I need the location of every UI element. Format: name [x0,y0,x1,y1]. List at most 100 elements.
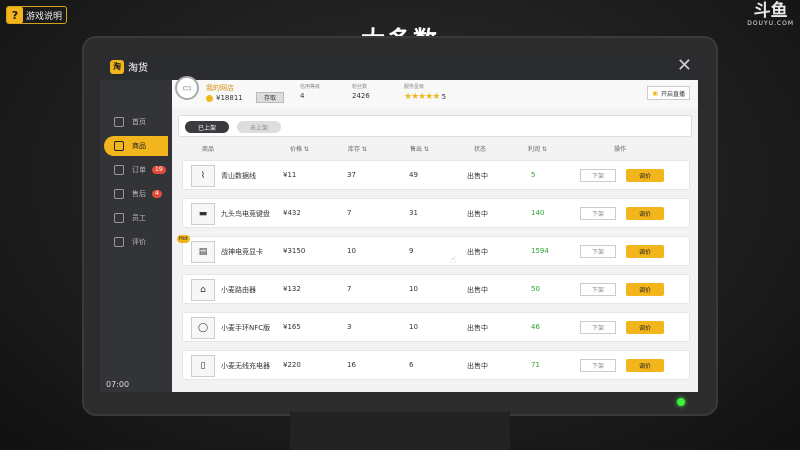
star-icons: ★★★★★ [404,92,440,102]
unlist-button[interactable]: 下架 [580,169,616,182]
bag-icon [114,141,124,151]
product-name: 小麦手环NFC版 [221,324,271,332]
staff-icon [114,213,124,223]
product-thumbnail: ⌂ [191,279,215,301]
product-status: 出售中 [467,324,488,332]
col-action: 操作 [614,146,627,153]
app-window: 淘 淘货 ✕ 首页 商品 订单 19 售后 4 员工 评价 07:00 ▭ 我的… [100,54,698,392]
sidebar-item-label: 售后 [132,190,146,198]
products-panel: ▭ 我的网店 ¥18811 存取 信用等级 4 粉丝数 2426 服务星级 ★★… [172,76,698,392]
unlist-button[interactable]: 下架 [580,207,616,220]
orders-count-badge: 19 [152,166,166,174]
sidebar-item-reviews[interactable]: 评价 [104,232,168,252]
col-profit[interactable]: 利润 ⇅ [528,144,547,153]
douyu-watermark: 斗鱼 DOUYU.COM [747,2,794,27]
taohuo-logo-icon: 淘 [110,59,124,74]
product-name: 小麦路由器 [221,286,256,294]
col-status: 状态 [474,146,487,153]
listing-tabs: 已上架 未上架 [178,115,692,137]
product-stock: 7 [347,285,352,293]
col-stock[interactable]: 库存 ⇅ [348,144,367,153]
tab-unlisted[interactable]: 未上架 [237,121,281,133]
col-price[interactable]: 价格 ⇅ [290,144,309,153]
table-row: ▤ Hot 战神电竞显卡 ¥3150 10 9 出售中 1594 下架 调价 [177,235,690,266]
unlist-button[interactable]: 下架 [580,321,616,334]
product-sold: 10 [409,285,418,293]
col-sold[interactable]: 售出 ⇅ [410,144,429,153]
tab-listed[interactable]: 已上架 [185,121,229,133]
shop-avatar[interactable]: ▭ [175,76,199,100]
tv-icon: ▣ [652,89,658,97]
product-sold: 9 [409,247,414,255]
sidebar-item-label: 订单 [132,166,146,174]
fans-label: 粉丝数 [352,84,368,90]
sidebar-item-orders[interactable]: 订单 19 [104,160,168,180]
order-icon [114,165,124,175]
shop-money-value: ¥18811 [216,94,243,102]
table-row: ▯ 小麦无线充电器 ¥220 16 6 出售中 71 下架 调价 [182,350,690,380]
adjust-price-button[interactable]: 调价 [626,169,664,182]
product-stock: 7 [347,209,352,217]
unlist-button[interactable]: 下架 [580,245,616,258]
sidebar-item-products[interactable]: 商品 [104,136,168,156]
unlist-button[interactable]: 下架 [580,359,616,372]
product-status: 出售中 [467,248,488,256]
fans-value: 2426 [352,92,370,100]
product-sold: 6 [409,361,414,369]
aftersale-icon [114,189,124,199]
adjust-price-button[interactable]: 调价 [626,207,664,220]
rating-value: 5 [441,93,447,101]
shop-money: ¥18811 [206,94,243,102]
col-product: 商品 [202,146,215,153]
product-profit: 1594 [531,247,549,255]
product-status: 出售中 [467,362,488,370]
deposit-button[interactable]: 存取 [256,92,284,103]
product-stock: 37 [347,171,356,179]
product-price: ¥3150 [283,247,306,255]
watermark-domain: DOUYU.COM [747,20,794,27]
sidebar: 首页 商品 订单 19 售后 4 员工 评价 07:00 [100,80,172,392]
shop-header: ▭ 我的网店 ¥18811 存取 信用等级 4 粉丝数 2426 服务星级 ★★… [172,76,698,108]
product-profit: 5 [531,171,536,179]
adjust-price-button[interactable]: 调价 [626,283,664,296]
product-status: 出售中 [467,172,488,180]
start-live-button[interactable]: ▣ 开启直播 [647,86,690,100]
rating-row: ★★★★★ 5 [404,92,446,102]
product-stock: 3 [347,323,352,331]
sidebar-item-home[interactable]: 首页 [104,112,168,132]
sidebar-item-aftersale[interactable]: 售后 4 [104,184,168,204]
product-profit: 46 [531,323,540,331]
app-logo: 淘 淘货 [110,59,148,74]
adjust-price-button[interactable]: 调价 [626,245,664,258]
unlist-button[interactable]: 下架 [580,283,616,296]
sidebar-item-label: 员工 [132,214,146,222]
product-status: 出售中 [467,286,488,294]
credit-level: 信用等级 4 [300,83,320,100]
rating-label: 服务星级 [404,84,425,90]
table-row: ⌂ 小麦路由器 ¥132 7 10 出售中 50 下架 调价 [182,274,690,304]
product-thumbnail: ▯ [191,355,215,377]
credit-level-label: 信用等级 [300,84,321,90]
product-name: 小麦无线充电器 [221,362,270,370]
game-clock: 07:00 [106,380,130,389]
sidebar-item-staff[interactable]: 员工 [104,208,168,228]
product-price: ¥432 [283,209,301,217]
product-price: ¥165 [283,323,301,331]
sidebar-item-label: 评价 [132,238,146,246]
aftersale-count-badge: 4 [152,190,162,198]
shop-name: 我的网店 [206,84,234,92]
product-sold: 49 [409,171,418,179]
product-thumbnail: ▬ [191,203,215,225]
product-stock: 10 [347,247,356,255]
product-stock: 16 [347,361,356,369]
power-led [677,398,685,406]
adjust-price-button[interactable]: 调价 [626,359,664,372]
close-icon[interactable]: ✕ [677,56,692,76]
product-profit: 50 [531,285,540,293]
product-name: 青山数据线 [221,172,256,180]
table-row: ▬ 九头鸟电竞键盘 ¥432 7 31 出售中 140 下架 调价 [182,198,690,228]
product-profit: 140 [531,209,545,217]
adjust-price-button[interactable]: 调价 [626,321,664,334]
product-sold: 10 [409,323,418,331]
mouse-cursor-icon: ☝ [450,255,457,266]
